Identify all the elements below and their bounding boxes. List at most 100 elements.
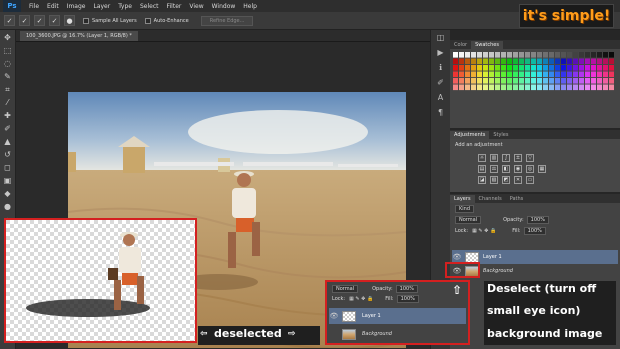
black-white-icon[interactable]: ◧ (502, 165, 510, 173)
swatch[interactable] (561, 52, 566, 58)
swatch[interactable] (609, 78, 614, 84)
swatch[interactable] (591, 78, 596, 84)
swatch[interactable] (483, 52, 488, 58)
swatch[interactable] (555, 78, 560, 84)
swatch[interactable] (513, 78, 518, 84)
eye-visibility-icon[interactable]: 👁 (452, 253, 462, 261)
history-panel-icon[interactable]: ◫ (434, 33, 448, 45)
lock-icons[interactable]: ▦ ✎ ✥ 🔒 (472, 228, 496, 234)
swatch[interactable] (537, 52, 542, 58)
swatch[interactable] (495, 52, 500, 58)
swatch[interactable] (561, 84, 566, 91)
swatch[interactable] (609, 52, 614, 58)
swatch[interactable] (597, 78, 602, 84)
swatch[interactable] (471, 58, 476, 65)
color-balance-icon[interactable]: ⚖ (490, 165, 498, 173)
swatch[interactable] (555, 52, 560, 58)
swatch[interactable] (519, 65, 524, 71)
swatch[interactable] (561, 58, 566, 65)
swatch[interactable] (465, 84, 470, 91)
marquee-tool-icon[interactable]: ⬚ (2, 45, 14, 56)
swatch[interactable] (609, 65, 614, 71)
healing-brush-icon[interactable]: ✚ (2, 110, 14, 121)
swatch[interactable] (525, 78, 530, 84)
lasso-tool-icon[interactable]: ◌ (2, 58, 14, 69)
swatch[interactable] (567, 52, 572, 58)
swatch[interactable] (459, 84, 464, 91)
invert-icon[interactable]: ◪ (478, 176, 486, 184)
curves-icon[interactable]: ∫ (502, 154, 510, 162)
swatch[interactable] (573, 84, 578, 91)
swatch[interactable] (531, 84, 536, 91)
menu-select[interactable]: Select (140, 3, 159, 10)
quick-selection-tool-icon[interactable]: ✓ (4, 15, 15, 26)
subtract-from-selection-icon[interactable]: ✓ (49, 15, 60, 26)
swatch[interactable] (579, 65, 584, 71)
swatch[interactable] (573, 65, 578, 71)
swatch[interactable] (573, 78, 578, 84)
swatch[interactable] (567, 71, 572, 78)
brush-size-icon[interactable]: ● (64, 15, 75, 26)
swatch[interactable] (453, 84, 458, 91)
brightness-icon[interactable]: ☼ (478, 154, 486, 162)
levels-icon[interactable]: ▥ (490, 154, 498, 162)
menu-type[interactable]: Type (118, 3, 132, 10)
swatch[interactable] (477, 52, 482, 58)
gradient-map-icon[interactable]: ▭ (526, 176, 534, 184)
swatch[interactable] (537, 84, 542, 91)
swatch[interactable] (513, 84, 518, 91)
swatch[interactable] (489, 65, 494, 71)
crop-tool-icon[interactable]: ⌗ (2, 84, 14, 95)
swatch[interactable] (495, 78, 500, 84)
swatch[interactable] (459, 65, 464, 71)
swatch[interactable] (459, 52, 464, 58)
document-tab[interactable]: 100_3600.JPG @ 16.7% (Layer 1, RGB/8) * (20, 30, 138, 41)
menu-image[interactable]: Image (67, 3, 86, 10)
swatch[interactable] (471, 71, 476, 78)
swatch[interactable] (507, 84, 512, 91)
swatch[interactable] (573, 52, 578, 58)
swatch[interactable] (471, 78, 476, 84)
swatch[interactable] (603, 71, 608, 78)
threshold-icon[interactable]: ◩ (502, 176, 510, 184)
swatch[interactable] (477, 71, 482, 78)
swatch[interactable] (585, 78, 590, 84)
swatch[interactable] (549, 65, 554, 71)
swatch[interactable] (495, 65, 500, 71)
kind-filter-select[interactable]: Kind (455, 204, 475, 213)
menu-help[interactable]: Help (243, 3, 257, 10)
swatch[interactable] (531, 71, 536, 78)
paragraph-panel-icon[interactable]: ¶ (434, 108, 448, 120)
swatch[interactable] (489, 84, 494, 91)
swatch[interactable] (477, 78, 482, 84)
blur-tool-icon[interactable]: ◆ (2, 188, 14, 199)
swatch[interactable] (465, 71, 470, 78)
swatch[interactable] (489, 58, 494, 65)
swatch[interactable] (465, 58, 470, 65)
swatch[interactable] (531, 65, 536, 71)
swatch[interactable] (543, 52, 548, 58)
swatch[interactable] (555, 71, 560, 78)
exposure-icon[interactable]: ± (514, 154, 522, 162)
posterize-icon[interactable]: ▧ (490, 176, 498, 184)
sample-all-layers-checkbox[interactable] (83, 17, 89, 24)
swatch[interactable] (513, 58, 518, 65)
swatch[interactable] (519, 78, 524, 84)
swatch-grid[interactable] (453, 52, 617, 92)
menu-file[interactable]: File (29, 3, 39, 10)
swatch[interactable] (597, 65, 602, 71)
swatch[interactable] (483, 78, 488, 84)
swatch[interactable] (609, 58, 614, 65)
swatch[interactable] (471, 84, 476, 91)
swatch[interactable] (525, 58, 530, 65)
swatch[interactable] (537, 71, 542, 78)
eyedropper-icon[interactable]: ⁄ (2, 97, 14, 108)
swatch[interactable] (501, 84, 506, 91)
menu-view[interactable]: View (189, 3, 203, 10)
swatch[interactable] (519, 84, 524, 91)
swatch[interactable] (549, 84, 554, 91)
vibrance-icon[interactable]: ▽ (526, 154, 534, 162)
swatch[interactable] (579, 84, 584, 91)
swatch[interactable] (471, 65, 476, 71)
swatch[interactable] (591, 71, 596, 78)
